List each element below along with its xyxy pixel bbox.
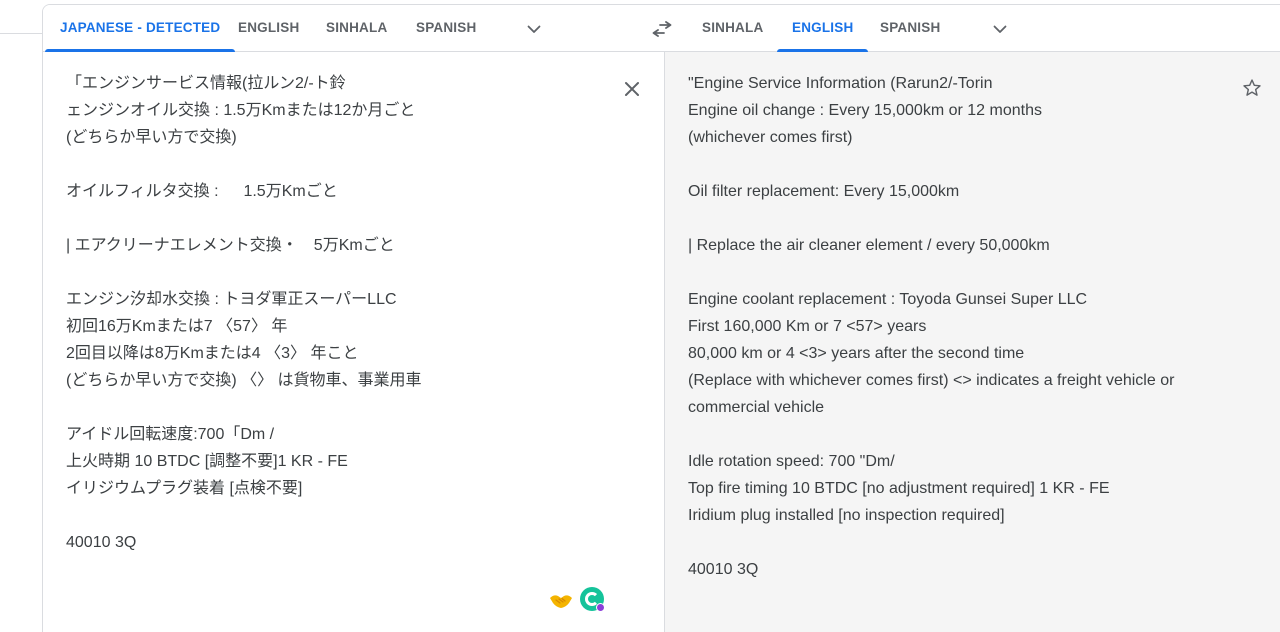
grammarly-status-dot (596, 603, 605, 612)
tab-target-english[interactable]: ENGLISH (777, 5, 869, 52)
tab-target-spanish[interactable]: SPANISH (865, 5, 955, 51)
tab-target-sinhala[interactable]: SINHALA (687, 5, 778, 51)
tab-source-japanese-detected[interactable]: JAPANESE - DETECTED (45, 5, 236, 52)
divider (0, 33, 42, 34)
grammarly-icon[interactable] (580, 587, 605, 612)
chevron-down-icon (993, 25, 1007, 33)
translate-page: JAPANESE - DETECTED ENGLISH SINHALA SPAN… (0, 0, 1280, 632)
source-more-languages-button[interactable] (523, 18, 545, 40)
translate-card: JAPANESE - DETECTED ENGLISH SINHALA SPAN… (42, 4, 1280, 632)
target-more-languages-button[interactable] (989, 18, 1011, 40)
source-panel: 「エンジンサービス情報(拉ルン2/-ト鈴 ェンジンオイル交換 : 1.5万Kmま… (43, 52, 663, 632)
tab-source-english[interactable]: ENGLISH (223, 5, 314, 51)
close-icon (625, 82, 639, 96)
chevron-down-icon (527, 25, 541, 33)
source-text-input[interactable]: 「エンジンサービス情報(拉ルン2/-ト鈴 ェンジンオイル交換 : 1.5万Kmま… (66, 70, 606, 556)
swap-languages-icon (652, 21, 672, 37)
tab-source-sinhala[interactable]: SINHALA (311, 5, 402, 51)
extension-icons (549, 587, 609, 613)
target-panel: "Engine Service Information (Rarun2/-Tor… (664, 52, 1280, 632)
handshake-icon[interactable] (549, 589, 573, 611)
clear-source-button[interactable] (621, 78, 643, 100)
swap-languages-button[interactable] (649, 17, 675, 41)
tab-source-spanish[interactable]: SPANISH (401, 5, 491, 51)
star-icon (1243, 79, 1261, 96)
language-bar: JAPANESE - DETECTED ENGLISH SINHALA SPAN… (43, 5, 1280, 52)
save-translation-button[interactable] (1240, 76, 1264, 100)
translation-output: "Engine Service Information (Rarun2/-Tor… (688, 75, 1175, 578)
